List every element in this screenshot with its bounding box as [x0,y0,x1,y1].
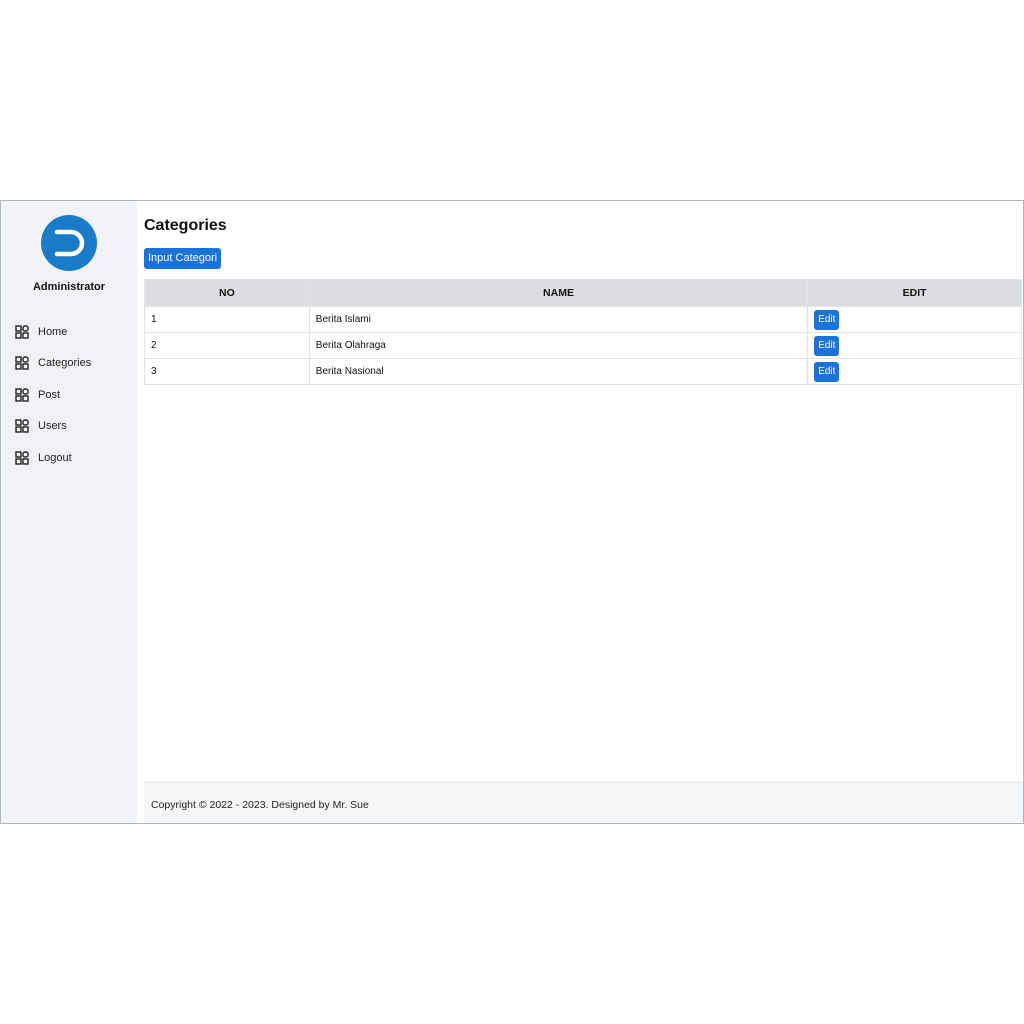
edit-button[interactable]: Edit [814,335,840,356]
footer: Copyright © 2022 - 2023. Designed by Mr.… [144,782,1023,823]
grid-icon [15,356,29,370]
table-row: 3 Berita Nasional Edit [144,358,1022,385]
app-window: Administrator Home Categories Post Users… [0,200,1024,824]
cell-no: 1 [144,306,310,333]
column-header-no: NO [144,279,310,307]
sidebar-item-home[interactable]: Home [15,316,135,348]
edit-button[interactable]: Edit [814,361,840,382]
sidebar-item-users[interactable]: Users [15,411,135,443]
sidebar-item-label: Post [38,388,61,401]
column-header-name: NAME [308,279,809,307]
cell-name: Berita Olahraga [308,332,809,359]
column-header-edit: EDIT [807,279,1022,307]
input-category-button[interactable]: Input Categori [144,248,222,269]
sidebar-nav: Home Categories Post Users Logout [15,316,135,474]
main-content: Categories Input Categori NO NAME EDIT 1… [144,201,1023,823]
table-header-row: NO NAME EDIT [144,279,1022,307]
user-name: Administrator [32,281,106,293]
table-row: 1 Berita Islami Edit [144,306,1022,333]
cell-edit: Edit [807,358,1022,385]
cell-name: Berita Islami [308,306,809,333]
sidebar-item-post[interactable]: Post [15,379,135,411]
edit-button[interactable]: Edit [814,309,840,330]
sidebar-item-logout[interactable]: Logout [15,442,135,474]
grid-icon [15,419,29,433]
cell-edit: Edit [807,306,1022,333]
page-title: Categories [144,217,227,234]
d-logo-icon [41,215,97,271]
grid-icon [15,451,29,465]
cell-edit: Edit [807,332,1022,359]
sidebar-item-label: Logout [38,451,72,464]
sidebar: Administrator Home Categories Post Users… [1,201,137,823]
sidebar-item-label: Categories [38,357,92,370]
sidebar-item-label: Users [38,420,67,433]
cell-name: Berita Nasional [308,358,809,385]
cell-no: 3 [144,358,310,385]
categories-table: NO NAME EDIT 1 Berita Islami Edit 2 Beri… [144,279,1022,385]
grid-icon [15,388,29,402]
copyright-text: Copyright © 2022 - 2023. Designed by Mr.… [151,799,369,811]
cell-no: 2 [144,332,310,359]
sidebar-item-categories[interactable]: Categories [15,348,135,380]
table-row: 2 Berita Olahraga Edit [144,332,1022,359]
sidebar-item-label: Home [38,325,68,338]
grid-icon [15,325,29,339]
